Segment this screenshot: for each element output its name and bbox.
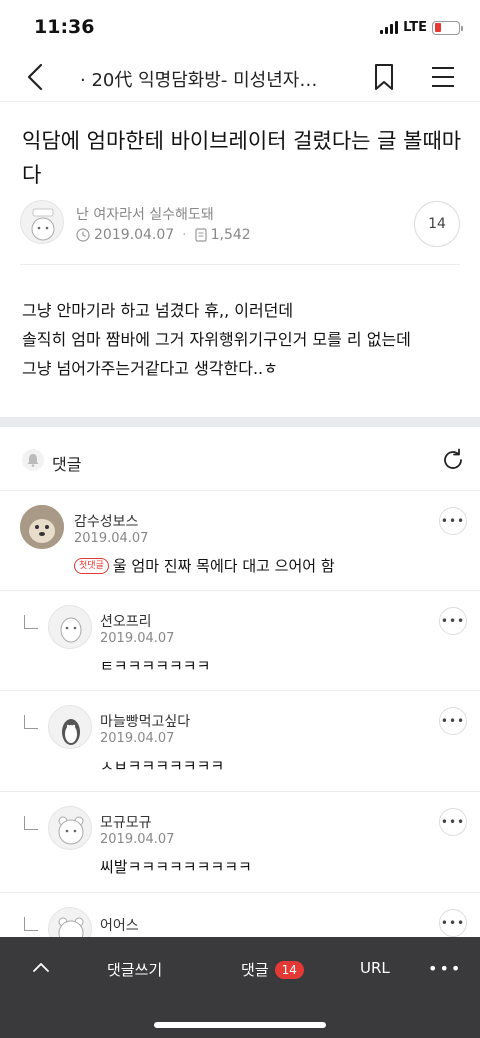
reply-item: 마늘빵먹고싶다 2019.04.07 ㅅㅂㅋㅋㅋㅋㅋㅋㅋ ••• — [0, 691, 480, 792]
comments-button-label: 댓글 — [241, 961, 269, 979]
url-button[interactable]: URL — [360, 959, 390, 977]
post-body-line: 그냥 넘어가주는거같다고 생각한다..ㅎ — [22, 359, 278, 378]
post-date: 2019.04.07 — [94, 227, 175, 243]
status-bar: 11:36 LTE — [0, 0, 480, 54]
comment-more-button[interactable]: ••• — [439, 808, 467, 836]
comment-date: 2019.04.07 — [100, 631, 175, 646]
signal-icon — [380, 21, 399, 34]
commenter-name[interactable]: 션오프리 — [100, 611, 152, 631]
comment-text: 씨발ㅋㅋㅋㅋㅋㅋㅋㅋㅋ — [100, 858, 252, 876]
network-label: LTE — [403, 20, 427, 35]
post-body-line: 그냥 안마기라 하고 넘겼다 휴,, 이러던데 — [22, 301, 294, 320]
nav-bar: · 20代 익명담화방- 미성년자… — [0, 54, 480, 102]
comment-more-button[interactable]: ••• — [439, 607, 467, 635]
section-divider — [0, 417, 480, 427]
commenter-name[interactable]: 감수성보스 — [74, 511, 138, 531]
post-title: 익담에 엄마한테 바이브레이터 걸렸다는 글 볼때마다 — [22, 129, 462, 187]
comment-count-button[interactable]: 14 — [414, 201, 460, 247]
status-time: 11:36 — [34, 16, 95, 38]
meta-separator: · — [182, 227, 187, 243]
comment-text: ㅌㅋㅋㅋㅋㅋㅋㅋ — [100, 657, 211, 675]
reply-indicator-icon — [24, 615, 38, 629]
menu-icon[interactable] — [428, 64, 458, 90]
more-dots: ••• — [440, 514, 466, 528]
comment-body: 울 엄마 진짜 목에다 대고 으어어 함 — [112, 557, 335, 575]
reply-indicator-icon — [24, 715, 38, 729]
commenter-avatar[interactable] — [48, 705, 92, 749]
commenter-avatar[interactable] — [48, 907, 92, 937]
commenter-name[interactable]: 마늘빵먹고싶다 — [100, 711, 190, 731]
more-dots: ••• — [440, 614, 466, 628]
post-views: 1,542 — [210, 227, 251, 243]
refresh-icon[interactable] — [440, 447, 466, 473]
comment-date: 2019.04.07 — [74, 531, 149, 546]
home-indicator[interactable] — [154, 1022, 326, 1028]
more-dots: ••• — [440, 714, 466, 728]
comment-text: ㅅㅂㅋㅋㅋㅋㅋㅋㅋ — [100, 757, 225, 775]
board-title[interactable]: · 20代 익명담화방- 미성년자… — [80, 66, 317, 92]
comment-text: 첫댓글 울 엄마 진짜 목에다 대고 으어어 함 — [74, 555, 335, 576]
reply-item: 모규모규 2019.04.07 씨발ㅋㅋㅋㅋㅋㅋㅋㅋㅋ ••• — [0, 792, 480, 893]
commenter-avatar[interactable] — [20, 505, 64, 549]
battery-icon — [432, 20, 463, 35]
comment-date: 2019.04.07 — [100, 832, 175, 847]
comments-button[interactable]: 댓글 14 — [241, 959, 304, 980]
commenter-name[interactable]: 모규모규 — [100, 812, 152, 832]
comments-count-badge: 14 — [274, 960, 304, 979]
comment-date: 2019.04.07 — [100, 731, 175, 746]
post-meta: 2019.04.07 · 1,542 — [76, 227, 251, 243]
comment-more-button[interactable]: ••• — [439, 707, 467, 735]
bookmark-icon[interactable] — [371, 62, 397, 92]
author-avatar[interactable] — [20, 200, 64, 244]
reply-indicator-icon — [24, 816, 38, 830]
reply-item: 션오프리 2019.04.07 ㅌㅋㅋㅋㅋㅋㅋㅋ ••• — [0, 591, 480, 691]
status-indicators: LTE — [380, 20, 463, 35]
author-row: 난 여자라서 실수해도돼 2019.04.07 · 1,542 14 — [20, 200, 460, 248]
post-body-line: 솔직히 엄마 짬바에 그거 자위행위기구인거 모를 리 없는데 — [22, 330, 411, 349]
more-dots: ••• — [440, 916, 466, 930]
comment-more-button[interactable]: ••• — [439, 507, 467, 535]
reply-indicator-icon — [24, 917, 38, 931]
commenter-avatar[interactable] — [48, 605, 92, 649]
reply-item: 어어스 ••• — [0, 893, 480, 937]
post-body: 그냥 안마기라 하고 넘겼다 휴,, 이러던데 솔직히 엄마 짬바에 그거 자위… — [22, 296, 462, 383]
first-comment-badge: 첫댓글 — [74, 557, 109, 574]
more-dots: ••• — [440, 815, 466, 829]
divider — [20, 264, 460, 265]
clock-icon — [76, 228, 90, 242]
document-icon — [195, 228, 207, 242]
write-comment-button[interactable]: 댓글쓰기 — [107, 959, 162, 980]
comment-more-button[interactable]: ••• — [439, 909, 467, 937]
commenter-name[interactable]: 어어스 — [100, 915, 139, 935]
bell-icon[interactable] — [22, 449, 44, 471]
commenter-avatar[interactable] — [48, 806, 92, 850]
author-name[interactable]: 난 여자라서 실수해도돼 — [76, 204, 214, 224]
comments-header: 댓글 — [0, 427, 480, 491]
comment-item: 감수성보스 2019.04.07 첫댓글 울 엄마 진짜 목에다 대고 으어어 … — [0, 491, 480, 591]
comments-label: 댓글 — [52, 455, 82, 474]
back-icon[interactable] — [22, 62, 52, 92]
more-options-button[interactable]: ••• — [428, 959, 462, 978]
chevron-up-icon[interactable] — [30, 957, 52, 979]
